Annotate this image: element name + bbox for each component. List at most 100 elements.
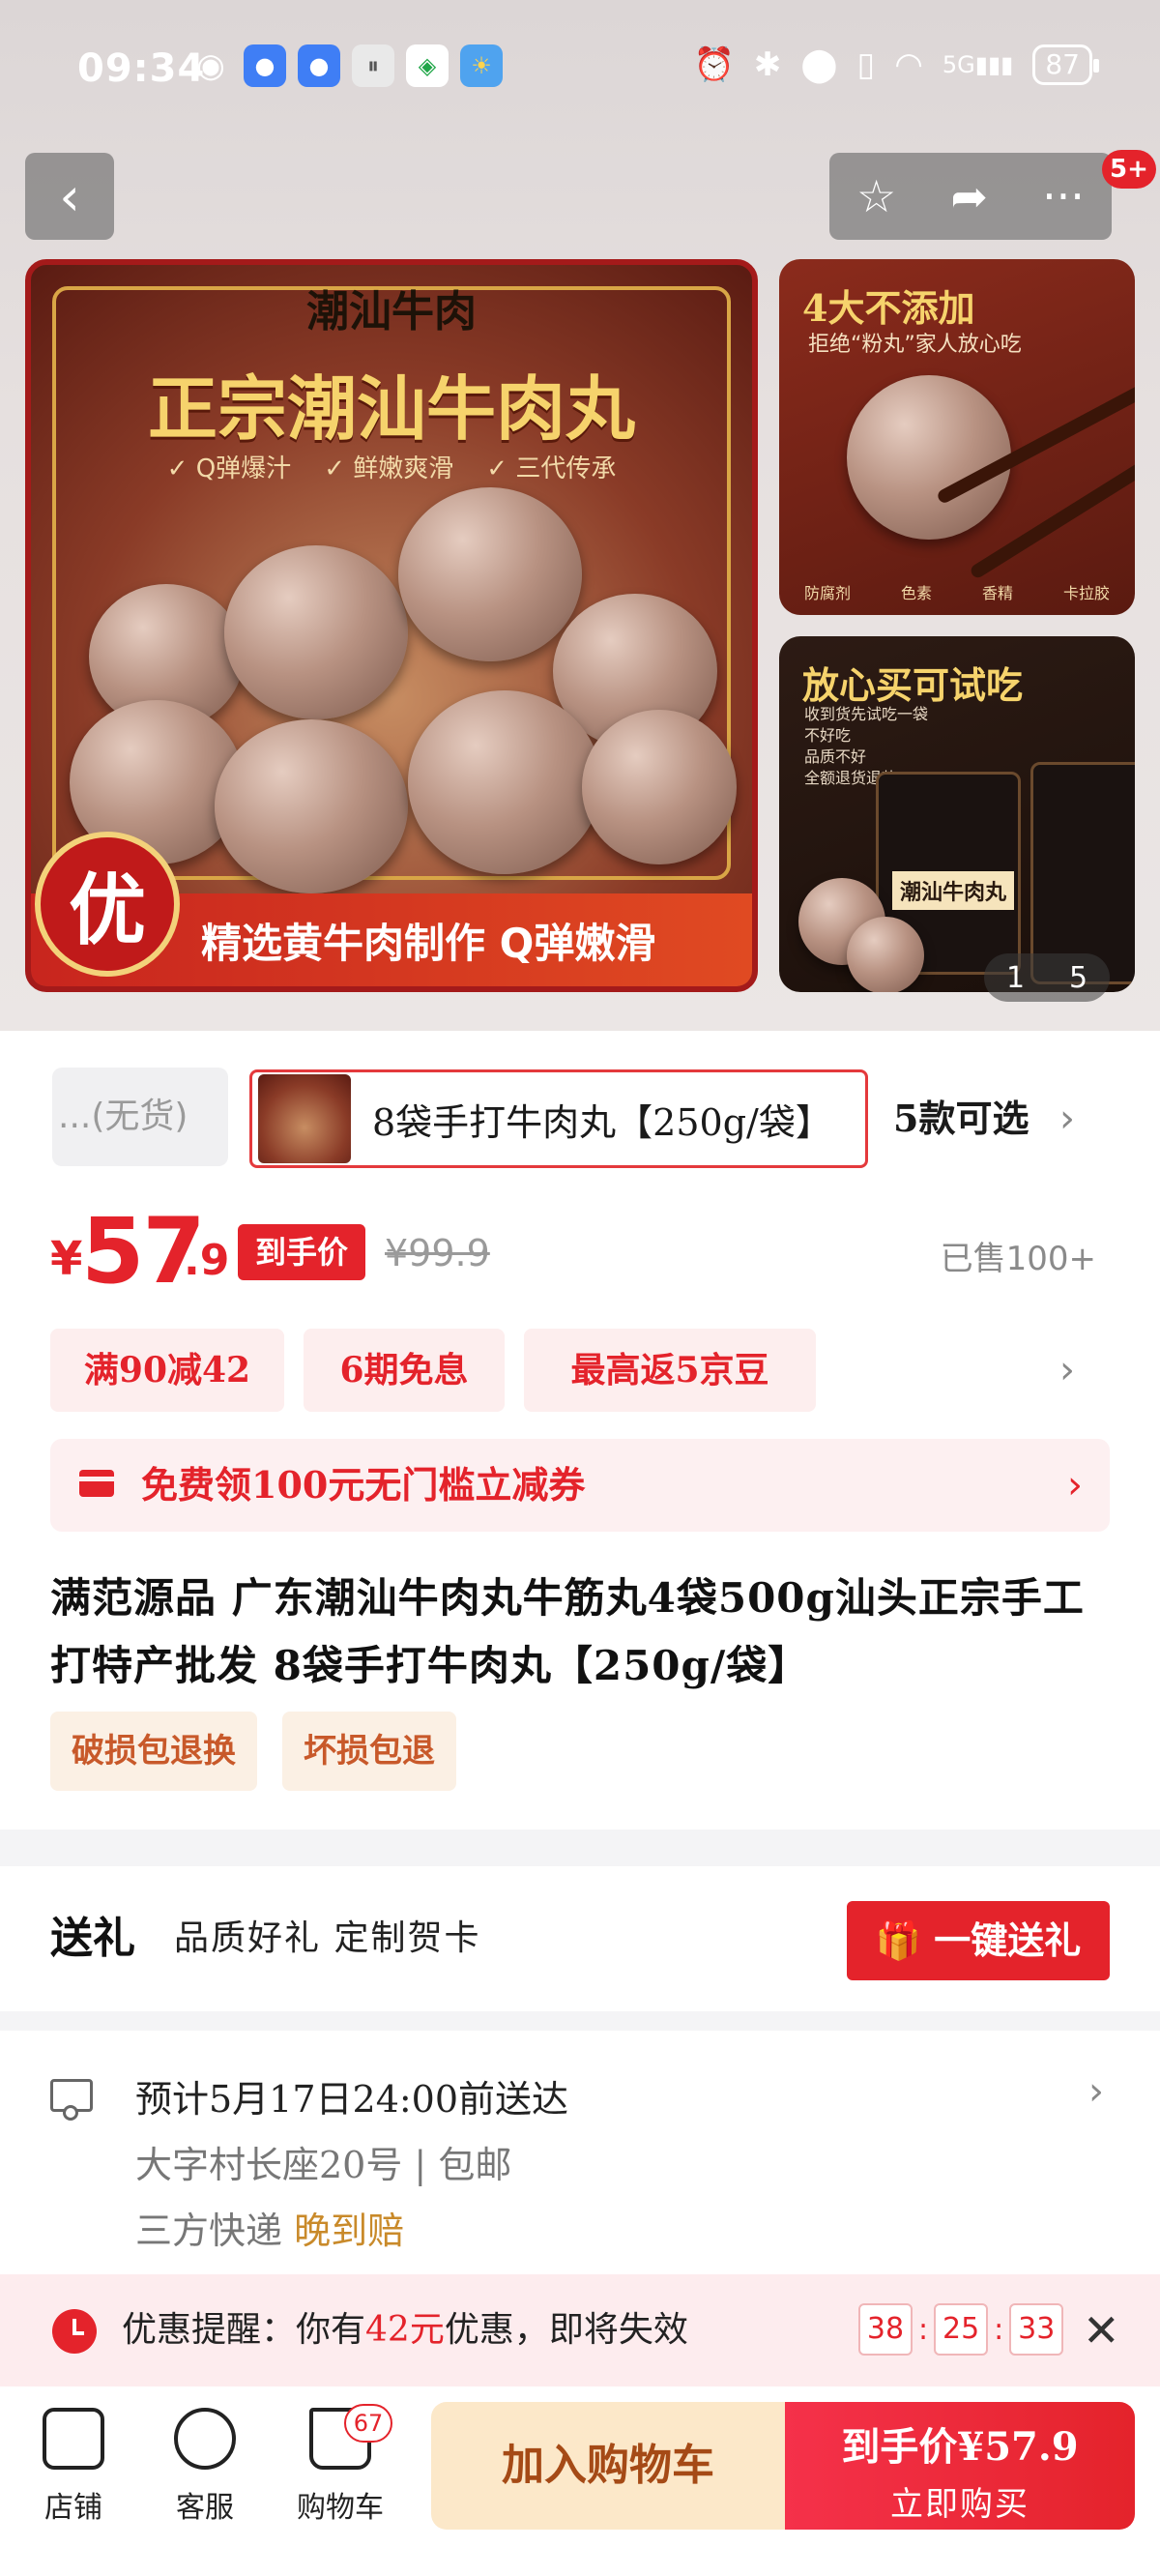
cart-label: 购物车 (297, 2491, 384, 2525)
package-illustration (1030, 762, 1135, 984)
image-feature: ✓ 鲜嫩爽滑 (324, 454, 454, 483)
coupon-banner[interactable]: 免费领100元无门槛立减券 › (50, 1439, 1110, 1532)
chevron-right-icon[interactable]: › (1088, 2069, 1104, 2114)
chevron-right-icon[interactable]: › (1059, 1329, 1075, 1412)
clock-icon (52, 2309, 97, 2354)
favorite-star-icon[interactable]: ☆ (856, 170, 896, 222)
eye-icon: ◉ (196, 46, 225, 85)
final-price-tag: 到手价 (238, 1224, 365, 1280)
delivery-address: 大字村长座20号 | 包邮 (135, 2144, 512, 2186)
gift-subtitle: 品质好礼 定制贺卡 (174, 1918, 481, 1958)
original-price: ¥99.9 (385, 1232, 490, 1274)
countdown-timer: 38 : 25 : 33 (858, 2303, 1064, 2356)
discount-reminder[interactable]: 优惠提醒：你有42元优惠，即将失效 38 : 25 : 33 ✕ (0, 2274, 1160, 2386)
shop-button[interactable]: 店铺 (15, 2408, 131, 2526)
meatball-illustration (847, 375, 1011, 540)
buy-now-price: 到手价¥57.9 (841, 2424, 1079, 2470)
gift-row: 送礼 品质好礼 定制贺卡 🎁 一键送礼 (0, 1866, 1160, 2011)
shop-label: 店铺 (44, 2491, 102, 2525)
price-decimal: .9 (184, 1236, 230, 1285)
bluetooth-icon: ✱ (753, 45, 782, 84)
gift-icon: 🎁 (875, 1918, 922, 1962)
variant-selector: ...(无货) 8袋手打牛肉丸【250g/袋】 5款可选 › (0, 1060, 1160, 1176)
package-label: 潮汕牛肉丸 (892, 871, 1015, 910)
shipping-info[interactable]: 预计5月17日24:00前送达 大字村长座20号 | 包邮 三方快递 晚到赔 › (0, 2031, 1160, 2272)
chat-icon: ● (244, 44, 286, 87)
product-title: 满范源品 广东潮汕牛肉丸牛筋丸4袋500g汕头正宗手工打特产批发 8袋手打牛肉丸… (50, 1574, 1085, 1689)
close-icon[interactable]: ✕ (1083, 2274, 1120, 2386)
image-feature: ✓ Q弹爆汁 (166, 454, 292, 483)
countdown-separator: : (918, 2312, 929, 2347)
pager-current: 1 (1005, 960, 1026, 995)
message-badge: 5+ (1102, 150, 1156, 189)
price-row: ¥ 57 .9 到手价 ¥99.9 已售100+ (0, 1199, 1160, 1307)
delivery-eta: 预计5月17日24:00前送达 (135, 2078, 569, 2121)
promo-row[interactable]: 满90减42 6期免息 最高返5京豆 › (0, 1329, 1160, 1416)
countdown-minutes: 25 (934, 2303, 989, 2356)
system-icons: ⏰ ✱ ⬤ ▯ ◠ 5G▮▮▮ 87 (694, 44, 1099, 85)
gallery-thumb-1[interactable]: 4大不添加 拒绝“粉丸”家人放心吃 防腐剂 色素 香精 卡拉胶 (779, 259, 1135, 615)
more-icon[interactable]: ··· (1042, 170, 1085, 222)
wifi-icon: ◠ (894, 45, 923, 84)
thumb-title: 放心买可试吃 (802, 663, 1024, 707)
pay-icon: ⏸ (352, 44, 394, 87)
section-divider (0, 1830, 1160, 1866)
chevron-right-icon: › (1067, 1463, 1083, 1508)
no-additive-label: 色素 (900, 584, 932, 602)
meatball-illustration (224, 545, 408, 719)
buy-now-button[interactable]: 到手价¥57.9 立即购买 (785, 2402, 1135, 2530)
service-label: 客服 (176, 2491, 234, 2525)
reminder-text: 优惠提醒：你有42元优惠，即将失效 (122, 2310, 688, 2350)
countdown-separator: : (994, 2312, 1004, 2347)
meatball-illustration (215, 719, 408, 893)
chevron-left-icon: ‹ (59, 165, 80, 227)
no-additive-label: 卡拉胶 (1062, 584, 1110, 602)
promo-chip-installment[interactable]: 6期免息 (304, 1329, 505, 1412)
thumb-title: 4大不添加 (802, 286, 975, 330)
promo-chip-beans[interactable]: 最高返5京豆 (524, 1329, 816, 1412)
meatball-illustration (582, 710, 737, 864)
main-product-image[interactable]: 潮汕牛肉 正宗潮汕牛肉丸 ✓ Q弹爆汁 ✓ 鲜嫩爽滑 ✓ 三代传承 精选黄牛肉制… (25, 259, 758, 992)
no-additive-label: 防腐剂 (803, 584, 851, 602)
customer-service-button[interactable]: 客服 (147, 2408, 263, 2526)
send-gift-label: 一键送礼 (934, 1918, 1082, 1962)
image-feature: ✓ 三代传承 (486, 454, 617, 483)
gallery-thumb-2[interactable]: 放心买可试吃 收到货先试吃一袋 不好吃 品质不好 全额退货退款 潮汕牛肉丸 (779, 636, 1135, 992)
nav-actions: ☆ ➦ ··· (829, 153, 1112, 240)
buy-now-label: 立即购买 (890, 2485, 1030, 2524)
late-compensation: 晚到赔 (294, 2210, 405, 2252)
variant-option-prev[interactable]: ...(无货) (52, 1068, 228, 1166)
signal-icon: 5G▮▮▮ (942, 51, 1014, 78)
service-tag[interactable]: 破损包退换 (50, 1712, 257, 1791)
bottom-action-bar: 店铺 客服 购物车 67 加入购物车 到手价¥57.9 立即购买 (0, 2386, 1160, 2576)
truck-icon (50, 2079, 93, 2121)
notification-icons: ◉ ● ● ⏸ ◈ ☀ (189, 44, 503, 87)
meatball-illustration (408, 690, 601, 874)
chevron-right-icon[interactable]: › (1059, 1069, 1075, 1168)
reminder-amount: 42元 (365, 2310, 445, 2350)
thumb-subtitle: 拒绝“粉丸”家人放心吃 (808, 333, 1022, 357)
carrier-label: 三方快递 (135, 2210, 283, 2252)
battery-indicator: 87 (1032, 44, 1099, 85)
status-bar: 09:34 ◉ ● ● ⏸ ◈ ☀ ⏰ ✱ ⬤ ▯ ◠ 5G▮▮▮ 87 (0, 0, 1160, 145)
service-tags: 破损包退换 坏损包退 (50, 1712, 456, 1791)
send-gift-button[interactable]: 🎁 一键送礼 (847, 1901, 1110, 1980)
variant-label: 8袋手打牛肉丸【250g/袋】 (372, 1100, 832, 1144)
variant-count[interactable]: 5款可选 (893, 1069, 1029, 1168)
section-divider (0, 2011, 1160, 2031)
back-button[interactable]: ‹ (25, 153, 114, 240)
sold-count: 已售100+ (940, 1240, 1096, 1278)
variant-option-selected[interactable]: 8袋手打牛肉丸【250g/袋】 (249, 1069, 868, 1168)
countdown-seconds: 33 (1009, 2303, 1064, 2356)
service-tag[interactable]: 坏损包退 (282, 1712, 456, 1791)
add-to-cart-button[interactable]: 加入购物车 (431, 2402, 785, 2530)
pager-total: 5 (1068, 960, 1088, 995)
weather-icon: ☀ (460, 44, 503, 87)
no-additive-label: 香精 (981, 584, 1013, 602)
smiley-chat-icon (174, 2408, 236, 2470)
share-icon[interactable]: ➦ (950, 170, 988, 222)
carrier-info: 三方快递 晚到赔 (135, 2201, 404, 2254)
gift-title: 送礼 (50, 1914, 135, 1963)
promo-chip-discount[interactable]: 满90减42 (50, 1329, 284, 1412)
carrier-icon: ◈ (406, 44, 449, 87)
